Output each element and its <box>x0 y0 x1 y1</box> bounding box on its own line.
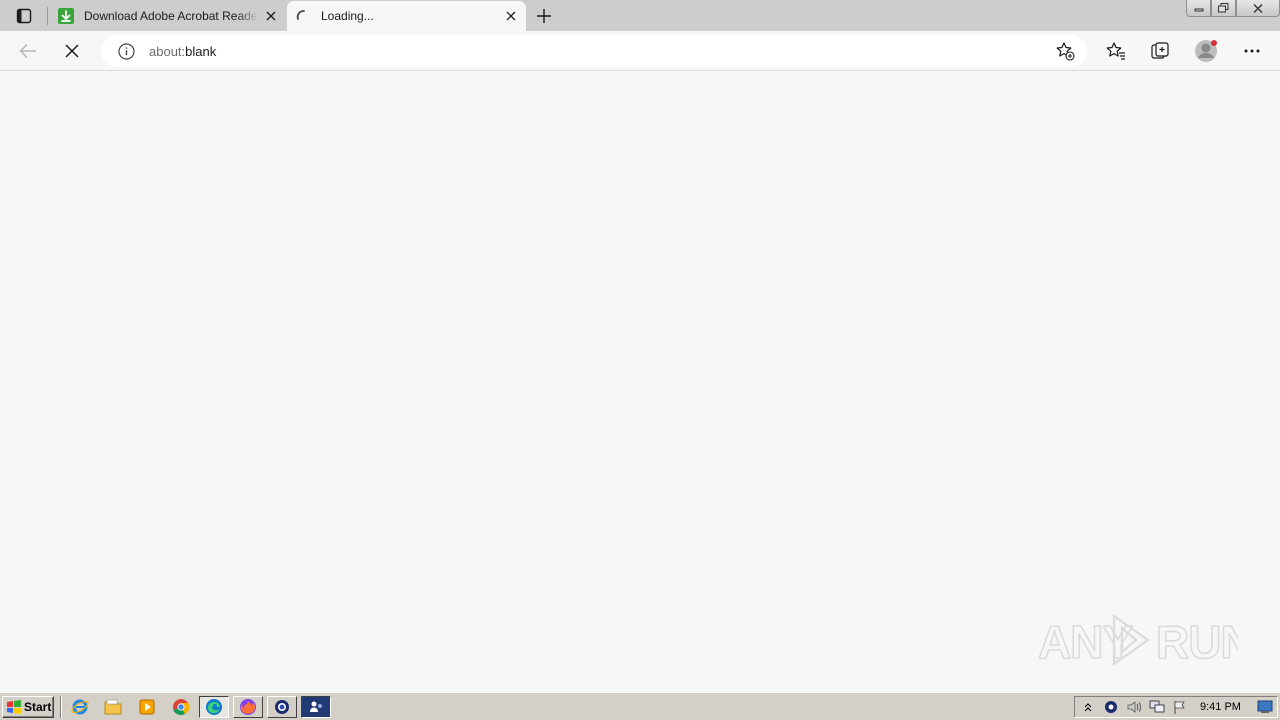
stop-loading-button[interactable] <box>56 35 88 67</box>
task-app-blue-circle[interactable] <box>267 696 297 718</box>
restore-icon <box>1218 3 1229 13</box>
url-text[interactable]: about:blank <box>149 44 1051 59</box>
plus-icon <box>537 9 551 23</box>
settings-more-button[interactable] <box>1236 35 1268 67</box>
tab-download-acrobat[interactable]: Download Adobe Acrobat Reader <box>50 0 286 31</box>
stop-x-icon <box>65 44 79 58</box>
network-users-icon <box>308 699 324 715</box>
collections-button[interactable] <box>1144 35 1176 67</box>
url-path: blank <box>185 43 217 59</box>
media-player-icon <box>139 699 155 715</box>
app-circle-icon <box>275 700 289 714</box>
start-label: Start <box>24 700 52 714</box>
restore-button[interactable] <box>1211 0 1236 17</box>
system-tray: 9:41 PM <box>1074 696 1278 718</box>
close-icon <box>506 11 516 21</box>
quicklaunch-ie[interactable] <box>69 697 91 717</box>
action-center-flag-icon[interactable] <box>1170 698 1190 716</box>
back-arrow-icon <box>19 43 36 59</box>
favorites-button[interactable] <box>1100 35 1132 67</box>
firefox-icon <box>240 699 256 715</box>
tab-actions-icon <box>16 8 32 24</box>
quicklaunch-media[interactable] <box>136 697 158 717</box>
page-content <box>0 72 1280 692</box>
quicklaunch-explorer[interactable] <box>102 697 124 717</box>
tab-title: Download Adobe Acrobat Reader <box>84 8 258 23</box>
close-icon <box>1253 3 1263 13</box>
taskbar: Start 9:41 PM <box>0 692 1280 720</box>
new-tab-button[interactable] <box>533 5 555 27</box>
tab-close-button[interactable] <box>262 7 280 25</box>
tray-expand-icon[interactable] <box>1078 698 1098 716</box>
close-icon <box>266 11 276 20</box>
network-tray-icon[interactable] <box>1147 698 1167 716</box>
taskbar-separator <box>60 696 62 718</box>
url-scheme: about: <box>149 43 186 59</box>
favorites-icon <box>1106 42 1125 60</box>
edge-icon <box>206 699 222 715</box>
internet-explorer-icon <box>71 699 89 715</box>
address-bar[interactable]: about:blank <box>101 35 1087 67</box>
window-close-button[interactable] <box>1236 0 1280 17</box>
windows-logo-icon <box>7 700 21 714</box>
tab-loading[interactable]: Loading... <box>287 1 526 31</box>
watermark-run: RUN <box>1156 616 1238 668</box>
start-button[interactable]: Start <box>2 696 54 718</box>
back-button[interactable] <box>12 35 44 67</box>
task-edge[interactable] <box>199 696 229 718</box>
info-icon[interactable] <box>117 42 135 60</box>
folder-icon <box>104 699 122 715</box>
tab-separator <box>47 7 48 25</box>
add-favorite-button[interactable] <box>1051 37 1079 65</box>
volume-icon[interactable] <box>1124 698 1144 716</box>
collections-icon <box>1151 42 1169 59</box>
star-plus-icon <box>1056 42 1075 61</box>
tab-strip: Download Adobe Acrobat Reader Loading... <box>0 0 1280 31</box>
tray-app-circle-icon[interactable] <box>1101 698 1121 716</box>
more-dots-icon <box>1244 49 1260 53</box>
minimize-icon <box>1194 8 1203 12</box>
task-firefox[interactable] <box>233 696 263 718</box>
minimize-button[interactable] <box>1186 0 1211 17</box>
anyrun-watermark: ANY RUN <box>1037 608 1254 672</box>
tab-close-button[interactable] <box>502 7 520 25</box>
profile-avatar-icon <box>1195 40 1217 62</box>
show-desktop-icon[interactable] <box>1255 698 1275 716</box>
clock[interactable]: 9:41 PM <box>1200 701 1241 713</box>
quicklaunch-chrome[interactable] <box>170 697 192 717</box>
profile-button[interactable] <box>1190 35 1222 67</box>
loading-spinner-icon <box>295 8 311 24</box>
task-app-network[interactable] <box>301 696 331 718</box>
tab-actions-button[interactable] <box>8 5 40 27</box>
browser-toolbar: about:blank <box>0 31 1280 71</box>
chrome-icon <box>173 699 190 716</box>
tab-title: Loading... <box>321 9 374 23</box>
window-controls <box>1186 0 1280 18</box>
green-download-icon <box>58 7 74 24</box>
